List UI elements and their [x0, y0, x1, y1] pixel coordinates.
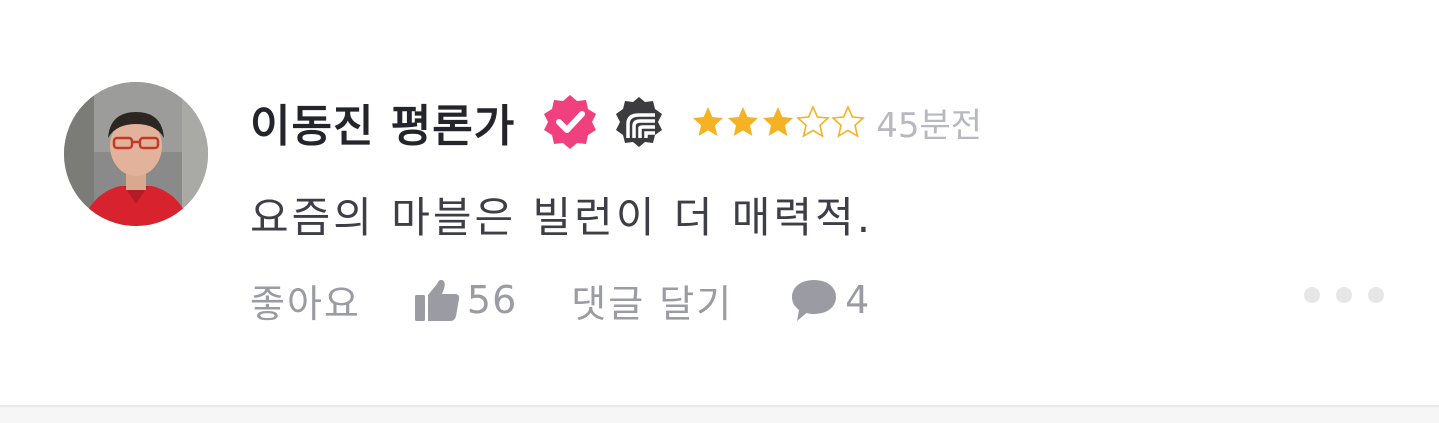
reply-count: 4 — [845, 278, 870, 322]
verified-badge-icon — [541, 93, 599, 151]
more-dots-icon — [1336, 287, 1352, 303]
more-dots-icon — [1368, 287, 1384, 303]
like-button[interactable]: 좋아요 — [250, 273, 361, 328]
avatar-photo — [64, 82, 208, 226]
star-filled-icon — [763, 107, 794, 136]
like-count: 56 — [466, 278, 518, 322]
section-divider — [0, 405, 1439, 423]
rating-stars — [691, 105, 866, 139]
critic-badge-icon — [611, 94, 667, 150]
review-comment: 요즘의 마블은 빌런이 더 매력적. — [250, 193, 874, 242]
thumbs-up-icon[interactable] — [413, 275, 463, 325]
more-options-button[interactable] — [1304, 284, 1384, 306]
avatar[interactable] — [64, 82, 208, 226]
reply-button[interactable]: 댓글 달기 — [571, 273, 733, 328]
review-time: 45분전 — [876, 105, 983, 146]
review-header: 이동진 평론가 45분전 — [250, 90, 982, 154]
star-filled-icon — [728, 107, 759, 136]
more-dots-icon — [1304, 287, 1320, 303]
author-name[interactable]: 이동진 평론가 — [250, 90, 515, 154]
speech-bubble-icon[interactable] — [789, 275, 839, 325]
star-empty-icon — [796, 105, 831, 138]
review-card: 이동진 평론가 45분전 요즘의 마블은 빌런이 더 매력적. 좋아요 56 댓… — [0, 0, 1439, 405]
review-actions: 좋아요 56 댓글 달기 4 — [250, 272, 869, 328]
star-filled-icon — [693, 107, 724, 136]
star-empty-icon — [831, 105, 866, 138]
